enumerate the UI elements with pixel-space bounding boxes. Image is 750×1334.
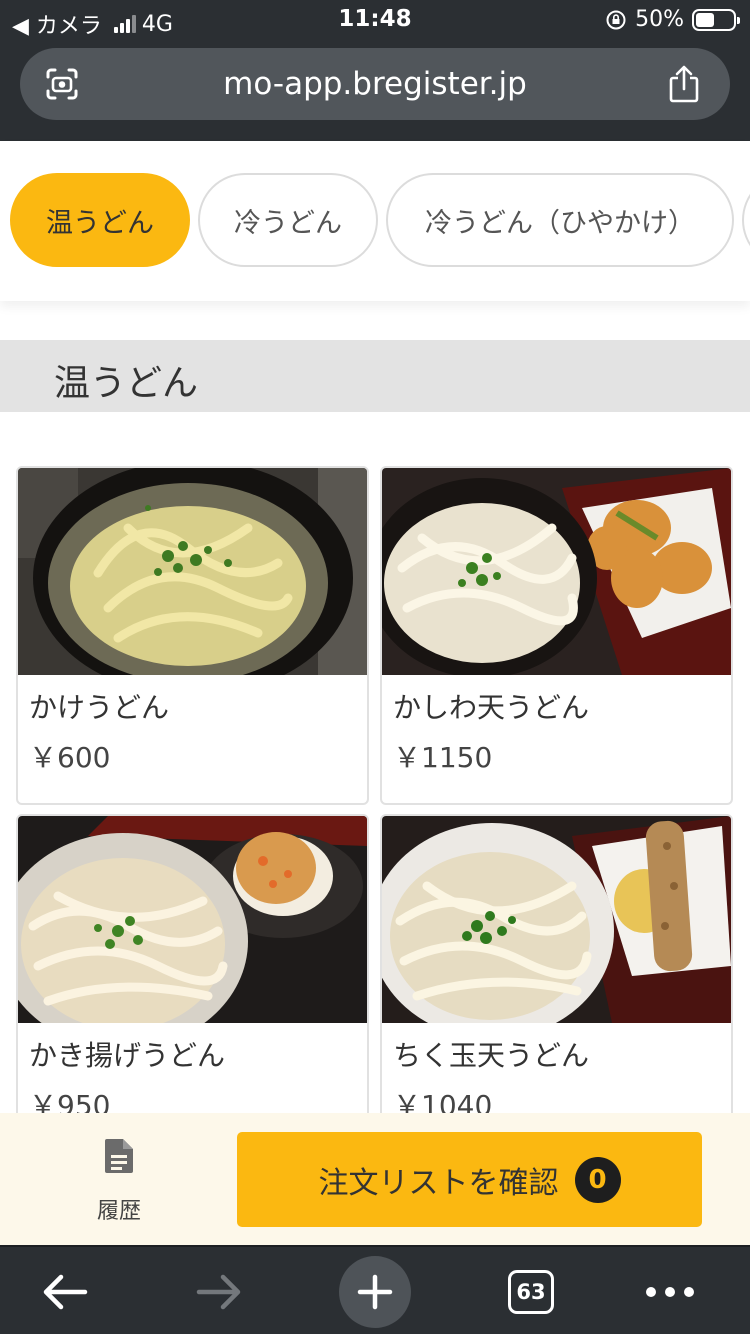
battery-level	[696, 12, 714, 27]
more-dots-icon	[646, 1287, 694, 1297]
category-tabs: 温うどん 冷うどん 冷うどん（ひやかけ）	[0, 141, 750, 301]
battery-icon	[692, 8, 740, 31]
address-bar[interactable]: mo-app.bregister.jp	[20, 48, 730, 120]
status-right: 50%	[605, 7, 740, 32]
menu-item-price: ￥600	[29, 741, 111, 774]
more-button[interactable]	[640, 1257, 700, 1327]
menu-item-name: ちく玉天うどん	[393, 1039, 590, 1072]
menu-item-price: ￥1150	[393, 741, 493, 774]
menu-card-chikutamaten-udon[interactable]: ちく玉天うどん ￥1040	[380, 814, 733, 1144]
menu-card-kashiwaten-udon[interactable]: かしわ天うどん ￥1150	[380, 466, 733, 805]
menu-item-name: かしわ天うどん	[393, 691, 590, 724]
share-icon[interactable]	[666, 64, 702, 104]
menu-item-name: かけうどん	[29, 691, 170, 724]
plus-icon	[357, 1274, 393, 1310]
tab-cold-udon[interactable]: 冷うどん	[198, 173, 378, 267]
section-title: 温うどん	[54, 363, 199, 404]
forward-button[interactable]	[184, 1257, 254, 1327]
new-tab-button[interactable]	[339, 1256, 411, 1328]
tab-hot-udon[interactable]: 温うどん	[10, 173, 190, 267]
rotation-lock-icon	[606, 10, 626, 29]
order-count-badge: 0	[574, 1156, 621, 1203]
menu-photo	[18, 816, 367, 1023]
arrow-left-icon	[43, 1274, 88, 1310]
browser-toolbar: 63	[0, 1245, 750, 1334]
menu-photo	[382, 468, 731, 675]
document-icon	[105, 1139, 133, 1173]
tabs-button[interactable]: 63	[505, 1257, 557, 1327]
tab-next-partial[interactable]	[742, 173, 750, 267]
confirm-order-list-button[interactable]: 注文リストを確認 0	[237, 1132, 702, 1227]
menu-item-name: かき揚げうどん	[29, 1039, 226, 1072]
menu-card-kake-udon[interactable]: かけうどん ￥600	[16, 466, 369, 805]
menu-card-kakiage-udon[interactable]: かき揚げうどん ￥950	[16, 814, 369, 1144]
menu-photo	[18, 468, 367, 675]
status-bar: ◀ カメラ 4G 11:48 50%	[0, 0, 750, 40]
history-button[interactable]: 履歴	[74, 1133, 164, 1224]
confirm-order-label: 注文リストを確認	[318, 1165, 559, 1201]
order-bar: 履歴 注文リストを確認 0	[0, 1113, 750, 1245]
section-header: 温うどん	[0, 340, 750, 412]
menu-photo	[382, 816, 731, 1023]
tabs-count-icon: 63	[508, 1270, 554, 1314]
battery-percent: 50%	[635, 7, 684, 32]
url-text[interactable]: mo-app.bregister.jp	[20, 66, 730, 102]
back-button[interactable]	[30, 1257, 100, 1327]
browser-top-chrome: ◀ カメラ 4G 11:48 50% mo-app.bregister.jp	[0, 0, 750, 141]
arrow-right-icon	[196, 1274, 241, 1310]
new-tab-circle	[339, 1256, 411, 1328]
history-label: 履歴	[96, 1199, 141, 1224]
tab-cold-udon-hiyakake[interactable]: 冷うどん（ひやかけ）	[386, 173, 734, 267]
